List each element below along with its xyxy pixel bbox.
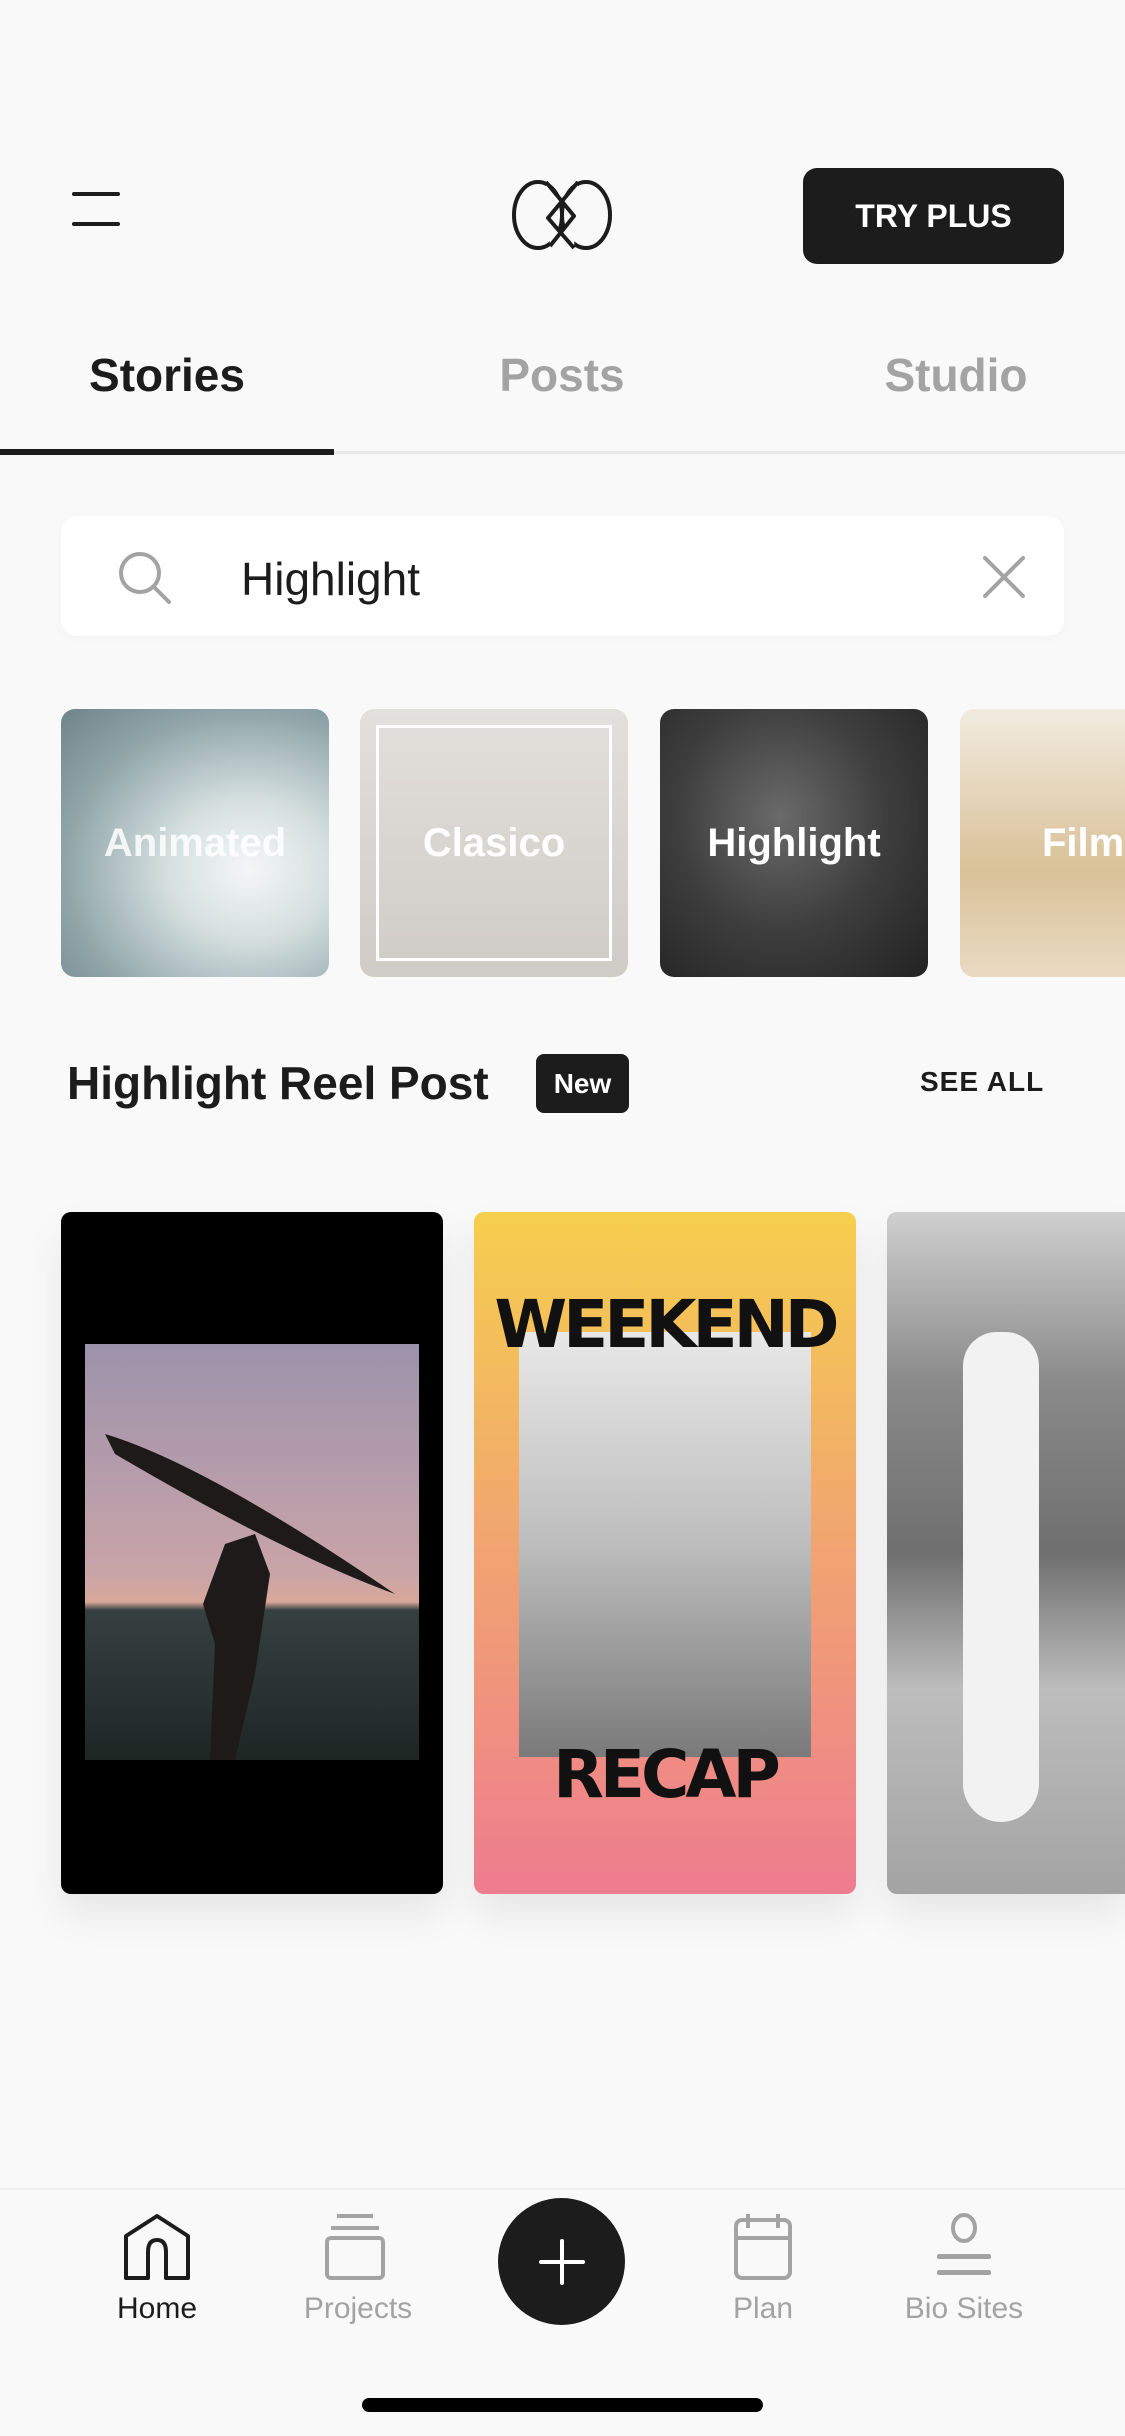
projects-icon [325, 2214, 385, 2280]
template-card-surf[interactable] [61, 1212, 443, 1894]
nav-label: Plan [732, 2292, 794, 2325]
poster-title-top: WEEKEND [494, 1286, 839, 1363]
surfer-photo [85, 1344, 419, 1760]
tab-studio[interactable]: Studio [789, 348, 1123, 402]
template-label: Animated [103, 820, 287, 865]
home-icon [124, 2214, 190, 2280]
tab-posts[interactable]: Posts [395, 348, 729, 402]
nav-label: Projects [303, 2292, 413, 2325]
nav-home[interactable]: Home [57, 2200, 257, 2326]
try-plus-button[interactable]: TRY PLUS [803, 168, 1064, 264]
template-animated[interactable]: Animated [61, 709, 329, 977]
home-indicator [362, 2398, 763, 2412]
search-input[interactable]: Highlight [61, 516, 1064, 636]
active-tab-indicator [0, 449, 334, 455]
unfold-logo [512, 180, 612, 250]
portrait-photo [519, 1332, 811, 1757]
see-all-link[interactable]: SEE ALL [920, 1066, 1044, 1098]
new-badge: New [536, 1054, 629, 1113]
section-title: Highlight Reel Post [67, 1057, 489, 1109]
template-clasico[interactable]: Clasico [360, 709, 628, 977]
template-card-surfboard[interactable] [887, 1212, 1125, 1894]
close-icon[interactable] [981, 554, 1027, 600]
plus-icon [538, 2238, 585, 2285]
person-icon [937, 2213, 991, 2275]
template-card-weekend-recap[interactable]: WEEKEND RECAP [474, 1212, 856, 1894]
template-label: Film [1042, 820, 1125, 865]
search-icon [119, 552, 171, 604]
calendar-icon [734, 2214, 792, 2280]
create-button[interactable] [498, 2198, 625, 2325]
nav-label: Home [116, 2292, 198, 2325]
template-label: Highlight [707, 820, 881, 865]
poster-title-bottom: RECAP [553, 1736, 781, 1813]
tab-stories[interactable]: Stories [0, 348, 334, 402]
nav-label: Bio Sites [904, 2292, 1024, 2325]
search-value: Highlight [241, 553, 420, 605]
nav-projects[interactable]: Projects [258, 2200, 458, 2326]
nav-bio-sites[interactable]: Bio Sites [864, 2200, 1064, 2326]
template-film[interactable]: Film [960, 709, 1125, 977]
template-highlight[interactable]: Highlight [660, 709, 928, 977]
hamburger-icon[interactable] [68, 188, 124, 232]
nav-plan[interactable]: Plan [663, 2200, 863, 2326]
surfboard-photo [963, 1332, 1039, 1822]
